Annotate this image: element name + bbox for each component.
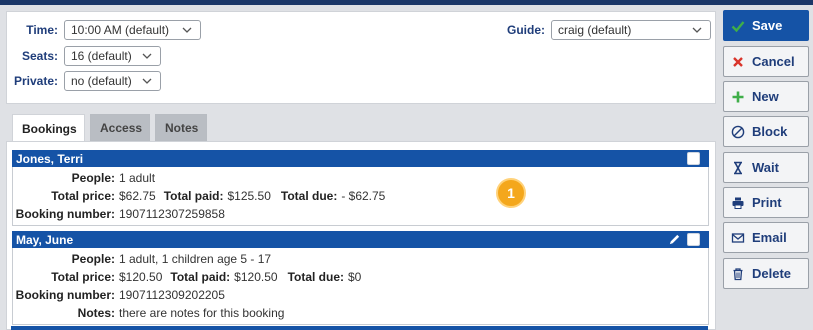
notes-label: Notes: — [77, 306, 115, 320]
people-row: People: 1 adult, 1 children age 5 - 17 — [13, 250, 708, 268]
notes-row: Notes: there are notes for this booking — [13, 304, 708, 322]
chevron-down-icon — [692, 27, 702, 33]
total-paid-value: $120.50 — [234, 270, 278, 284]
seats-value: 16 (default) — [71, 49, 132, 63]
total-due-label: Total due: — [287, 270, 344, 284]
booking-number-label: Booking number: — [15, 288, 115, 302]
notes-value: there are notes for this booking — [119, 306, 285, 320]
total-paid-label: Total paid: — [170, 270, 231, 284]
booking-select-checkbox[interactable] — [687, 152, 700, 165]
totals-row: Total price: $120.50 Total paid: $120.50… — [13, 268, 708, 286]
total-price-label: Total price: — [51, 270, 115, 284]
people-value: 1 adult — [119, 171, 156, 185]
total-price-label: Total price: — [51, 189, 115, 203]
booking-header[interactable]: May, June — [12, 231, 709, 248]
total-paid-label: Total paid: — [163, 189, 224, 203]
booking-details: People: 1 adult, 1 children age 5 - 17 T… — [12, 248, 709, 325]
seats-label: Seats: — [21, 49, 58, 63]
total-price-value: $62.75 — [119, 189, 156, 203]
people-label: People: — [71, 171, 115, 185]
cancel-label: Cancel — [752, 54, 795, 69]
booking-number-row: Booking number: 1907112307259858 — [13, 205, 708, 223]
checkmark-icon — [731, 20, 745, 32]
total-due-value: - $62.75 — [341, 189, 386, 203]
cancel-button[interactable]: Cancel — [723, 46, 809, 77]
people-label: People: — [71, 252, 115, 266]
trash-icon — [733, 267, 743, 280]
print-button[interactable]: Print — [723, 187, 809, 218]
guide-row: Guide: craig (default) — [497, 20, 711, 40]
time-value: 10:00 AM (default) — [71, 23, 170, 37]
booking-number-value: 1907112307259858 — [119, 207, 225, 221]
private-value: no (default) — [71, 74, 132, 88]
time-row: Time: 10:00 AM (default) — [7, 20, 201, 40]
total-price-value: $120.50 — [119, 270, 163, 284]
time-label: Time: — [26, 23, 58, 37]
guide-label: Guide: — [507, 23, 545, 37]
time-select[interactable]: 10:00 AM (default) — [64, 20, 201, 40]
tab-notes[interactable]: Notes — [155, 114, 207, 141]
booking-number-value: 1907112309202205 — [119, 288, 225, 302]
people-value: 1 adult, 1 children age 5 - 17 — [119, 252, 272, 266]
total-due-value: $0 — [348, 270, 362, 284]
print-label: Print — [752, 195, 782, 210]
block-icon — [731, 125, 745, 138]
wait-button[interactable]: Wait — [723, 152, 809, 183]
new-label: New — [752, 89, 779, 104]
email-button[interactable]: Email — [723, 222, 809, 253]
chevron-down-icon — [142, 53, 152, 59]
booking-card[interactable]: May, June People: 1 adult, 1 children ag… — [12, 231, 709, 325]
seats-row: Seats: 16 (default) — [7, 46, 161, 66]
total-due-label: Total due: — [280, 189, 338, 203]
total-paid-value: $125.50 — [227, 189, 271, 203]
envelope-icon — [731, 232, 745, 243]
hourglass-icon — [734, 161, 742, 174]
tab-bookings[interactable]: Bookings — [12, 114, 85, 142]
seats-select[interactable]: 16 (default) — [64, 46, 161, 66]
chevron-down-icon — [182, 27, 192, 33]
tour-settings-panel: Time: 10:00 AM (default) Seats: 16 (defa… — [6, 11, 716, 104]
block-button[interactable]: Block — [723, 116, 809, 147]
booking-name: Jones, Terri — [16, 151, 84, 166]
save-button[interactable]: Save — [723, 10, 809, 41]
edit-pencil-icon[interactable] — [668, 233, 681, 246]
booking-name: May, June — [16, 232, 74, 247]
guide-select[interactable]: craig (default) — [551, 20, 711, 40]
private-label: Private: — [13, 74, 58, 88]
new-button[interactable]: New — [723, 81, 809, 112]
step-badge: 1 — [496, 178, 526, 208]
delete-button[interactable]: Delete — [723, 258, 809, 289]
next-booking-header-edge — [11, 326, 708, 330]
booking-number-row: Booking number: 1907112309202205 — [13, 286, 708, 304]
booking-select-checkbox[interactable] — [687, 233, 700, 246]
printer-icon — [732, 197, 744, 209]
email-label: Email — [752, 230, 787, 245]
guide-value: craig (default) — [558, 23, 632, 37]
bookings-panel: Jones, Terri People: 1 adult Total price… — [6, 141, 716, 330]
booking-details: People: 1 adult Total price: $62.75 Tota… — [12, 167, 709, 226]
booking-number-label: Booking number: — [15, 207, 115, 221]
tab-access[interactable]: Access — [90, 114, 150, 141]
totals-row: Total price: $62.75 Total paid: $125.50 … — [13, 187, 708, 205]
block-label: Block — [752, 124, 788, 139]
wait-label: Wait — [752, 160, 779, 175]
booking-header[interactable]: Jones, Terri — [12, 150, 709, 167]
private-select[interactable]: no (default) — [64, 71, 161, 91]
save-label: Save — [752, 18, 783, 33]
people-row: People: 1 adult — [13, 169, 708, 187]
plus-icon — [732, 91, 744, 102]
top-bar — [0, 0, 813, 5]
booking-card[interactable]: Jones, Terri People: 1 adult Total price… — [12, 150, 709, 226]
delete-label: Delete — [752, 266, 792, 281]
close-icon — [733, 56, 743, 67]
private-row: Private: no (default) — [7, 71, 161, 91]
chevron-down-icon — [142, 78, 152, 84]
